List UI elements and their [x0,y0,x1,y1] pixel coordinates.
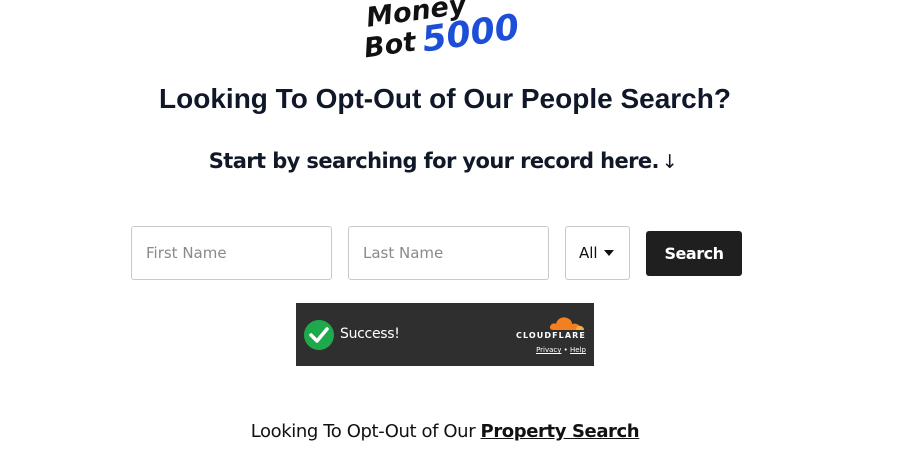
cloudflare-captcha-widget: Success! CLOUDFLARE Privacy • Help [296,303,594,366]
link-separator: • [563,346,568,354]
state-select[interactable]: All [565,226,630,280]
state-select-value: All [579,244,598,262]
caret-down-icon [603,250,614,256]
arrow-down-icon: ↓ [661,151,678,173]
privacy-link[interactable]: Privacy [536,346,561,354]
page-subtitle: Start by searching for your record here.… [0,149,886,173]
logo: Money Bot 5000 [362,0,532,68]
logo-line-bot: Bot [362,26,418,65]
search-button[interactable]: Search [646,231,742,276]
help-link[interactable]: Help [570,346,586,354]
property-search-link[interactable]: Property Search [481,421,640,442]
success-check-icon [304,320,334,350]
page-title: Looking To Opt-Out of Our People Search? [159,83,731,114]
captcha-links: Privacy • Help [514,346,586,354]
last-name-input[interactable] [348,226,549,280]
cloudflare-brand: CLOUDFLARE [516,331,586,340]
cloudflare-logo-icon [549,317,584,330]
property-search-line: Looking To Opt-Out of Our Property Searc… [0,421,890,442]
footer-prefix: Looking To Opt-Out of Our [250,421,476,442]
first-name-input[interactable] [131,226,332,280]
subtitle-text: Start by searching for your record here. [208,149,660,173]
captcha-status-text: Success! [340,326,400,342]
